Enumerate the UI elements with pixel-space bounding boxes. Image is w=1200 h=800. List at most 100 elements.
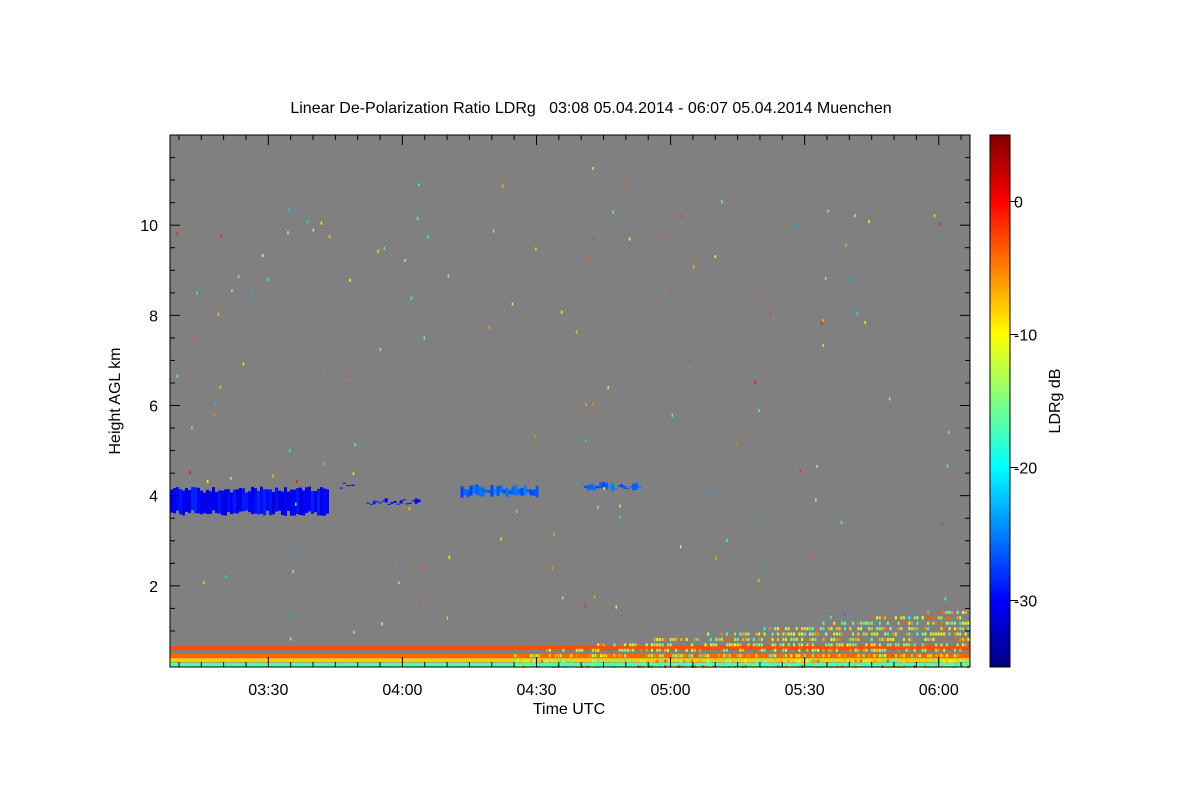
surface-return	[809, 627, 812, 631]
surface-return	[562, 659, 565, 663]
surface-return	[835, 637, 838, 641]
surface-return	[811, 643, 814, 647]
surface-return	[516, 659, 519, 663]
surface-return	[956, 643, 959, 647]
surface-return	[736, 654, 739, 658]
surface-return	[653, 637, 656, 641]
surface-return	[645, 648, 648, 652]
surface-return	[728, 637, 731, 641]
cloud-column	[266, 489, 269, 511]
cloud-column	[182, 490, 185, 516]
surface-return	[822, 654, 825, 658]
surface-return	[929, 621, 932, 625]
noise-pixel	[288, 448, 291, 452]
surface-return	[814, 648, 817, 652]
surface-return	[530, 659, 533, 663]
surface-return	[811, 637, 814, 641]
surface-return	[945, 643, 948, 647]
surface-return	[567, 654, 570, 658]
surface-return	[835, 643, 838, 647]
noise-pixel	[196, 291, 198, 295]
surface-return	[618, 648, 621, 652]
surface-return	[798, 659, 801, 663]
surface-return	[672, 654, 675, 658]
noise-pixel	[418, 183, 420, 187]
noise-pixel	[592, 237, 595, 241]
cloud-column	[381, 500, 385, 502]
surface-return	[854, 648, 857, 652]
surface-return	[964, 643, 967, 647]
surface-return	[902, 643, 905, 647]
surface-return	[685, 648, 688, 652]
cloud-column	[508, 490, 512, 495]
surface-return	[967, 659, 970, 663]
surface-return	[924, 648, 927, 652]
surface-return	[599, 654, 602, 658]
noise-pixel	[306, 220, 309, 224]
surface-return	[725, 654, 728, 658]
surface-return	[677, 648, 680, 652]
surface-return	[760, 659, 763, 663]
noise-pixel	[194, 336, 197, 340]
cloud-column	[611, 483, 615, 492]
surface-return	[693, 648, 696, 652]
surface-return	[902, 637, 905, 641]
noise-pixel	[353, 630, 355, 634]
surface-return	[543, 654, 546, 658]
surface-return	[948, 621, 951, 625]
surface-return	[953, 654, 956, 658]
noise-pixel	[515, 509, 518, 513]
surface-return	[809, 659, 812, 663]
surface-return	[747, 643, 750, 647]
surface-return	[650, 643, 653, 647]
surface-return	[943, 627, 946, 631]
noise-pixel	[758, 578, 760, 582]
surface-return	[913, 643, 916, 647]
surface-return	[967, 627, 970, 631]
surface-return	[849, 637, 852, 641]
surface-return	[742, 632, 745, 636]
surface-return	[843, 659, 846, 663]
cloud-column	[602, 482, 606, 488]
surface-return	[591, 659, 594, 663]
surface-return	[650, 659, 653, 663]
surface-return	[825, 643, 828, 647]
surface-return	[959, 632, 962, 636]
cloud-column	[197, 487, 200, 514]
noise-pixel	[295, 502, 297, 506]
surface-return	[865, 659, 868, 663]
surface-return	[849, 654, 852, 658]
cloud-column	[484, 489, 488, 493]
surface-return	[747, 654, 750, 658]
surface-return	[613, 643, 616, 647]
surface-return	[937, 632, 940, 636]
noise-pixel	[551, 566, 554, 570]
surface-return	[916, 632, 919, 636]
surface-return	[927, 616, 930, 620]
noise-pixel	[354, 443, 356, 447]
surface-return	[865, 648, 868, 652]
surface-return	[774, 648, 777, 652]
surface-return	[771, 637, 774, 641]
noise-pixel	[754, 380, 756, 384]
surface-return	[927, 627, 930, 631]
surface-return	[683, 659, 686, 663]
surface-return	[782, 648, 785, 652]
surface-return	[870, 632, 873, 636]
surface-return	[755, 659, 758, 663]
surface-return	[924, 632, 927, 636]
surface-return	[889, 643, 892, 647]
noise-pixel	[287, 231, 289, 235]
noise-pixel	[511, 302, 514, 306]
surface-return	[819, 659, 822, 663]
noise-pixel	[585, 402, 587, 406]
surface-return	[532, 659, 535, 663]
surface-return	[664, 659, 667, 663]
surface-return	[658, 648, 661, 652]
surface-return	[822, 637, 825, 641]
cloud-column	[212, 487, 215, 511]
colorbar-label: LDRg dB	[1047, 369, 1064, 434]
ldr-chart: Linear De-Polarization Ratio LDRg 03:08 …	[107, 100, 1064, 718]
surface-return	[932, 616, 935, 620]
surface-return	[860, 627, 863, 631]
